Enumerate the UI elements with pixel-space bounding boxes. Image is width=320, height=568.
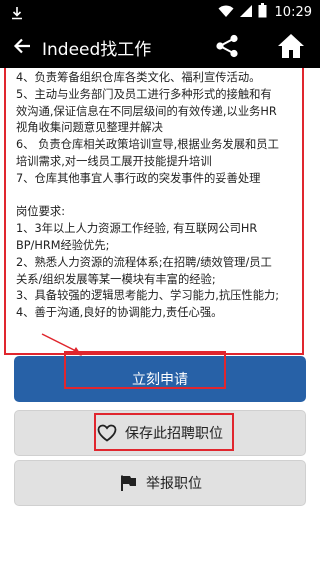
battery-icon <box>258 2 267 22</box>
description-line: 6、 负责仓库相关政策培训宣导,根据业务发展和员工 <box>16 138 279 152</box>
status-bar: 10:29 <box>0 0 320 24</box>
home-icon[interactable] <box>277 33 305 59</box>
description-line: 3、具备较强的逻辑思考能力、学习能力,抗压性能力; <box>16 289 280 303</box>
wifi-icon <box>218 3 234 22</box>
description-line: 培训需求,对一线员工展开技能提升培训 <box>16 154 212 168</box>
signal-icon <box>239 3 253 22</box>
description-line: 视角收集问题意见整理并解决 <box>16 121 163 135</box>
description-line: 2、熟悉人力资源的流程体系;在招聘/绩效管理/员工 <box>16 255 272 269</box>
description-line: 4、负责筹备组织仓库各类文化、福利宣传活动。 <box>16 71 261 84</box>
description-line: 效沟通,保证信息在不同层级间的有效传递,以业务HR <box>16 104 277 118</box>
description-line: 关系/组织发展等某一模块有丰富的经验; <box>16 272 216 286</box>
status-time: 10:29 <box>274 4 312 20</box>
download-icon <box>10 5 24 20</box>
annotation-box-save <box>94 413 234 451</box>
description-line: BP/HRM经验优先; <box>16 238 110 252</box>
job-description: 4、负责筹备组织仓库各类文化、福利宣传活动。 5、主动与业务部门及员工进行多种形… <box>4 68 304 355</box>
report-job-label: 举报职位 <box>146 476 202 492</box>
description-line: 4、善于沟通,良好的协调能力,责任心强。 <box>16 306 223 320</box>
share-icon[interactable] <box>214 34 240 58</box>
description-line: 7、仓库其他事宜人事行政的突发事件的妥善处理 <box>16 171 261 185</box>
description-line: 1、3年以上人力资源工作经验, 有互联网公司HR <box>16 222 258 236</box>
requirements-heading: 岗位要求: <box>16 205 65 219</box>
flag-icon <box>118 473 138 493</box>
report-job-button[interactable]: 举报职位 <box>14 460 306 506</box>
annotation-box-apply <box>64 351 226 389</box>
back-arrow-icon[interactable] <box>10 34 34 58</box>
description-line: 5、主动与业务部门及员工进行多种形式的接触和有 <box>16 87 272 101</box>
app-title: Indeed找工作 <box>42 40 152 60</box>
app-bar: Indeed找工作 <box>0 24 320 68</box>
